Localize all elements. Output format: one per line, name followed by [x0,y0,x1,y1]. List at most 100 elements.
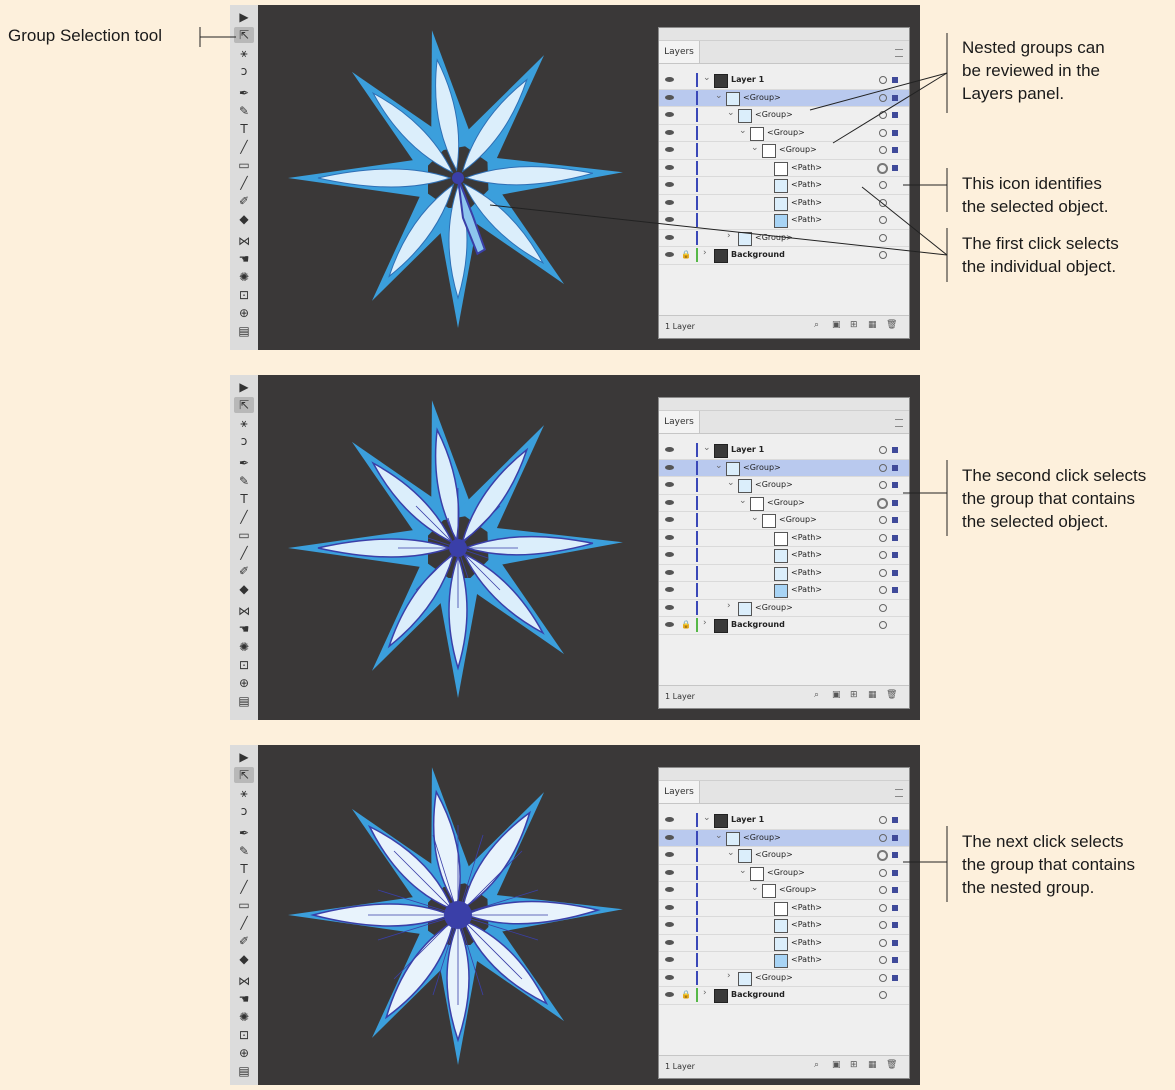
group-selection-icon[interactable]: ⇱ [234,27,254,43]
symbol-sprayer-icon[interactable]: ✺ [234,269,254,285]
reflect-icon[interactable]: ⋈ [234,973,254,989]
layer-row-group[interactable]: ⌄ <Group> [659,459,909,477]
paintbrush-icon[interactable]: ╱ [234,175,254,191]
type-icon[interactable]: T [234,121,254,137]
new-sublayer-icon[interactable]: ⊞ [850,320,858,330]
tab-layers[interactable]: Layers [659,41,700,63]
paintbrush-icon[interactable]: ╱ [234,915,254,931]
zoom-icon[interactable]: ⊕ [234,675,254,691]
magic-wand-icon[interactable]: ⚹ [234,785,254,801]
lasso-icon[interactable]: ↄ [234,63,254,79]
lasso-icon[interactable]: ↄ [234,433,254,449]
magic-wand-icon[interactable]: ⚹ [234,415,254,431]
panel-menu-icon[interactable] [895,49,903,57]
delete-layer-icon[interactable]: 🗑 [886,690,897,700]
layer-row-path[interactable]: <Path> [659,900,909,917]
layer-row-group[interactable]: ⌄ <Group> [659,89,909,107]
layer-row-layer1[interactable]: ⌄ Layer 1 [659,812,909,830]
delete-layer-icon[interactable]: 🗑 [886,1060,897,1070]
eraser-icon[interactable]: ◆ [234,951,254,967]
artboard-canvas[interactable]: Layers ⌄ Layer 1 ⌄ <Group> ⌄ <Group> ⌄ <Grou… [258,745,920,1085]
layer-row-group[interactable]: ⌄ <Group> [659,512,909,530]
delete-layer-icon[interactable]: 🗑 [886,320,897,330]
magic-wand-icon[interactable]: ⚹ [234,45,254,61]
layer-row-background[interactable]: 🔒 › Background [659,987,909,1005]
locate-object-icon[interactable]: ⌕ [814,320,819,330]
layer-row-group[interactable]: ⌄ <Group> [659,107,909,125]
panel-menu-icon[interactable] [895,419,903,427]
rectangle-icon[interactable]: ▭ [234,897,254,913]
paintbrush-icon[interactable]: ╱ [234,545,254,561]
tab-layers[interactable]: Layers [659,411,700,433]
selection-arrow-icon[interactable]: ▶ [234,749,254,765]
layer-row-path[interactable]: <Path> [659,195,909,212]
type-icon[interactable]: T [234,861,254,877]
eraser-icon[interactable]: ◆ [234,581,254,597]
tab-layers[interactable]: Layers [659,781,700,803]
panel-menu-icon[interactable] [895,789,903,797]
new-sublayer-icon[interactable]: ⊞ [850,690,858,700]
line-icon[interactable]: ╱ [234,509,254,525]
locate-object-icon[interactable]: ⌕ [814,690,819,700]
zoom-icon[interactable]: ⊕ [234,1045,254,1061]
pen-icon[interactable]: ✒ [234,455,254,471]
clipping-mask-icon[interactable]: ▣ [832,690,841,700]
line-icon[interactable]: ╱ [234,879,254,895]
rectangle-icon[interactable]: ▭ [234,527,254,543]
layer-row-layer1[interactable]: ⌄ Layer 1 [659,72,909,90]
layer-row-layer1[interactable]: ⌄ Layer 1 [659,442,909,460]
layer-row-group[interactable]: › <Group> [659,230,909,247]
clipping-mask-icon[interactable]: ▣ [832,1060,841,1070]
locate-object-icon[interactable]: ⌕ [814,1060,819,1070]
artboard-icon[interactable]: ⊡ [234,1027,254,1043]
artboard-icon[interactable]: ⊡ [234,657,254,673]
layer-row-background[interactable]: 🔒 › Background [659,247,909,265]
layer-row-path[interactable]: <Path> [659,547,909,565]
layer-row-path[interactable]: <Path> [659,917,909,935]
layer-row-group-selected[interactable]: ⌄ <Group> [659,495,909,512]
layer-row-group[interactable]: ⌄ <Group> [659,847,909,865]
layer-row-path[interactable]: <Path> [659,935,909,952]
layer-row-group[interactable]: ⌄ <Group> [659,125,909,142]
pen-icon[interactable]: ✒ [234,85,254,101]
layer-row-group[interactable]: › <Group> [659,600,909,617]
warp-icon[interactable]: ☚ [234,991,254,1007]
layer-row-path[interactable]: <Path> [659,952,909,970]
layer-row-path-selected[interactable]: <Path> [659,160,909,177]
curvature-icon[interactable]: ✎ [234,473,254,489]
layer-row-group[interactable]: ⌄ <Group> [659,477,909,495]
layer-row-group[interactable]: ⌄ <Group> [659,865,909,882]
layer-row-path[interactable]: <Path> [659,565,909,582]
layer-row-background[interactable]: 🔒 › Background [659,617,909,635]
warp-icon[interactable]: ☚ [234,621,254,637]
curvature-icon[interactable]: ✎ [234,103,254,119]
new-layer-icon[interactable]: ▦ [868,320,877,330]
selection-arrow-icon[interactable]: ▶ [234,379,254,395]
artboard-icon[interactable]: ⊡ [234,287,254,303]
layer-row-group-selected[interactable]: ⌄ <Group> [659,829,909,847]
artboard-canvas[interactable]: Layers ⌄ Layer 1 ⌄ <Group> ⌄ <Group> ⌄ <Grou… [258,375,920,720]
layer-row-group[interactable]: ⌄ <Group> [659,142,909,160]
layer-row-path[interactable]: <Path> [659,212,909,230]
layer-row-group[interactable]: ⌄ <Group> [659,882,909,900]
rectangle-icon[interactable]: ▭ [234,157,254,173]
new-sublayer-icon[interactable]: ⊞ [850,1060,858,1070]
reflect-icon[interactable]: ⋈ [234,233,254,249]
layer-row-path[interactable]: <Path> [659,177,909,195]
warp-icon[interactable]: ☚ [234,251,254,267]
reflect-icon[interactable]: ⋈ [234,603,254,619]
gradient-icon[interactable]: ▤ [234,693,254,709]
eraser-icon[interactable]: ◆ [234,211,254,227]
layer-row-path[interactable]: <Path> [659,530,909,547]
layer-row-path[interactable]: <Path> [659,582,909,600]
shaper-icon[interactable]: ✐ [234,933,254,949]
layer-row-group[interactable]: › <Group> [659,970,909,987]
pen-icon[interactable]: ✒ [234,825,254,841]
type-icon[interactable]: T [234,491,254,507]
clipping-mask-icon[interactable]: ▣ [832,320,841,330]
shaper-icon[interactable]: ✐ [234,193,254,209]
zoom-icon[interactable]: ⊕ [234,305,254,321]
group-selection-icon[interactable]: ⇱ [234,767,254,783]
curvature-icon[interactable]: ✎ [234,843,254,859]
new-layer-icon[interactable]: ▦ [868,690,877,700]
